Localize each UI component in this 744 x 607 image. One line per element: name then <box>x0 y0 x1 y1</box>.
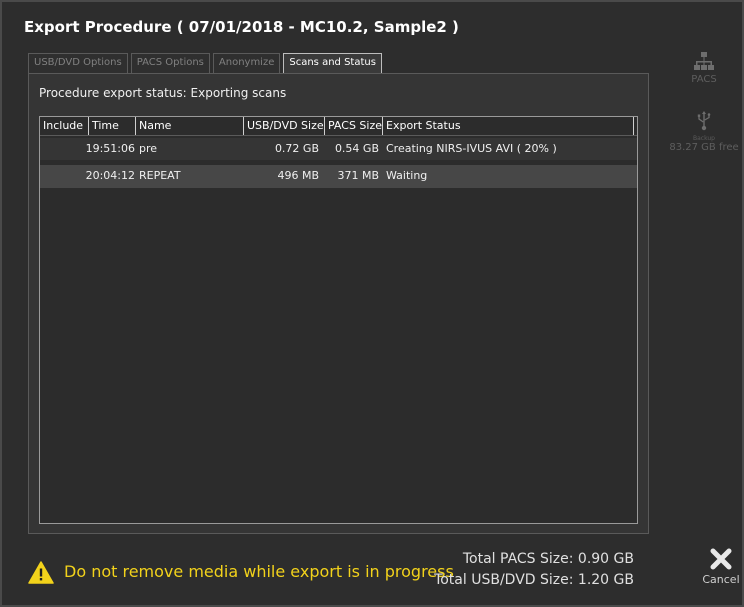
warning-icon <box>28 561 54 584</box>
tab-pacs-options[interactable]: PACS Options <box>130 53 210 73</box>
pacs-label: PACS <box>691 74 717 85</box>
cell-export-status: Waiting <box>386 169 428 182</box>
tab-usb-dvd-options[interactable]: USB/DVD Options <box>28 53 128 73</box>
cell-export-status: Creating NIRS-IVUS AVI ( 20% ) <box>386 142 557 155</box>
column-header-usb-size[interactable]: USB/DVD Size <box>244 117 325 135</box>
table-row[interactable]: 19:51:06 pre 0.72 GB 0.54 GB Creating NI… <box>40 138 637 160</box>
cell-usb-size: 0.72 GB <box>274 142 319 155</box>
dialog-title: Export Procedure ( 07/01/2018 - MC10.2, … <box>24 18 459 36</box>
column-header-pacs-size[interactable]: PACS Size <box>325 117 383 135</box>
usb-free-space: 83.27 GB free <box>669 142 739 153</box>
column-header-time[interactable]: Time <box>89 117 136 135</box>
column-header-include[interactable]: Include <box>40 117 89 135</box>
pacs-destination[interactable]: PACS <box>666 50 742 85</box>
total-usb-size: Total USB/DVD Size: 1.20 GB <box>434 572 634 588</box>
cell-name: pre <box>139 142 158 155</box>
usb-destination[interactable]: Backup 83.27 GB free <box>666 110 742 153</box>
total-pacs-size: Total PACS Size: 0.90 GB <box>462 551 634 567</box>
totals: Total PACS Size: 0.90 GB Total USB/DVD S… <box>434 549 634 591</box>
cell-usb-size: 496 MB <box>277 169 319 182</box>
cancel-label: Cancel <box>702 573 740 586</box>
cell-name: REPEAT <box>139 169 181 182</box>
tab-bar: USB/DVD Options PACS Options Anonymize S… <box>28 53 385 74</box>
cell-time: 19:51:06 <box>85 142 135 155</box>
cell-time: 20:04:12 <box>85 169 135 182</box>
warning-message: Do not remove media while export is in p… <box>64 562 454 581</box>
table-row[interactable]: 20:04:12 REPEAT 496 MB 371 MB Waiting <box>40 165 637 188</box>
cell-pacs-size: 371 MB <box>337 169 379 182</box>
cell-pacs-size: 0.54 GB <box>334 142 379 155</box>
column-header-name[interactable]: Name <box>136 117 244 135</box>
export-procedure-dialog: Export Procedure ( 07/01/2018 - MC10.2, … <box>0 0 744 607</box>
tab-scans-and-status[interactable]: Scans and Status <box>283 53 382 74</box>
close-icon <box>710 548 732 570</box>
column-header-export-status[interactable]: Export Status <box>383 117 634 135</box>
table-header: Include Time Name USB/DVD Size PACS Size… <box>40 117 637 136</box>
usb-icon <box>697 111 711 131</box>
export-status-text: Procedure export status: Exporting scans <box>39 86 287 100</box>
scans-table: Include Time Name USB/DVD Size PACS Size… <box>39 116 638 524</box>
tab-anonymize[interactable]: Anonymize <box>212 53 281 73</box>
cancel-button[interactable]: Cancel <box>696 547 744 586</box>
network-icon <box>694 52 714 70</box>
usb-sublabel: Backup <box>693 135 715 142</box>
scans-status-panel: Procedure export status: Exporting scans… <box>28 73 649 534</box>
